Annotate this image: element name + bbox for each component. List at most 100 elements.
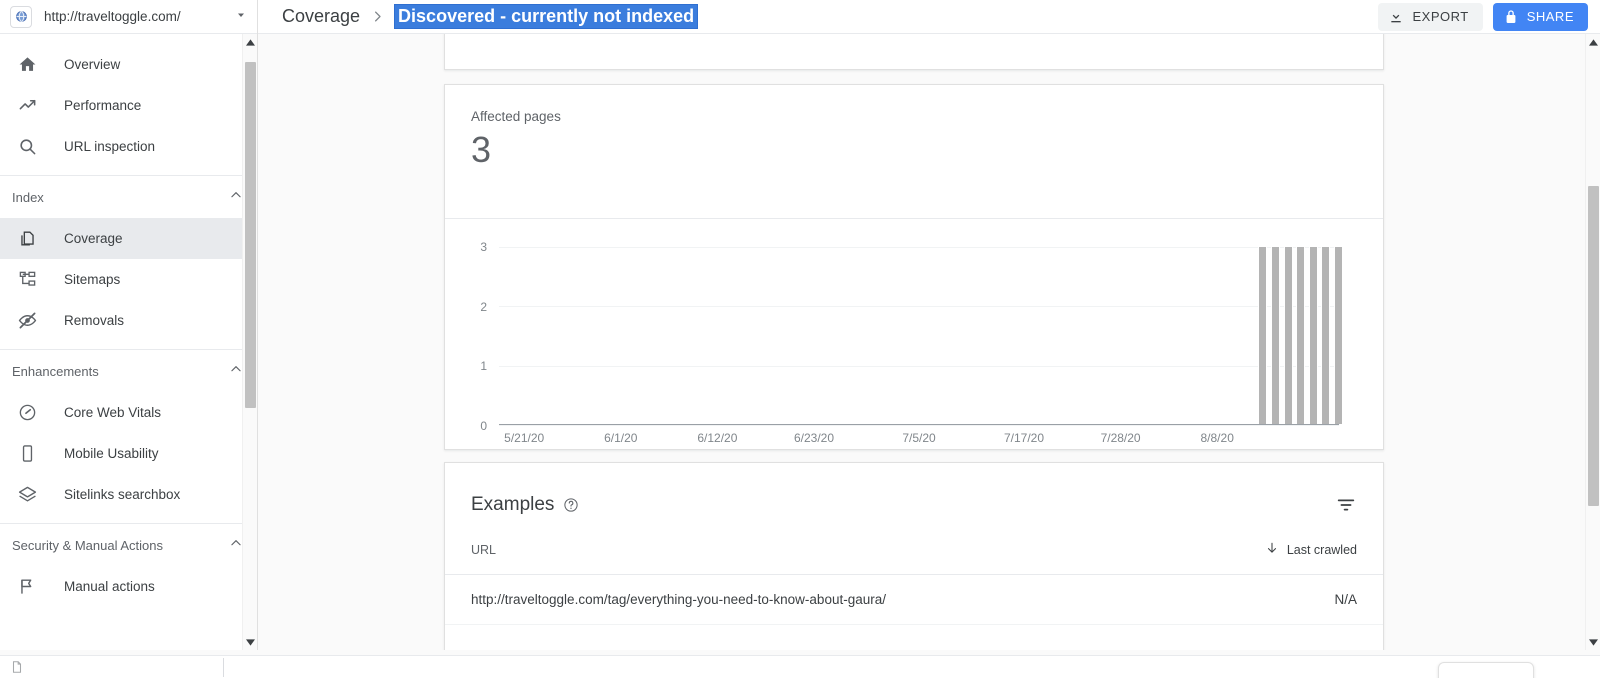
sidebar-section-label: Enhancements [12,363,99,379]
document-icon[interactable] [10,660,24,678]
download-icon [1388,9,1404,25]
sidebar-section-label: Index [12,189,44,205]
affected-pages-card: Affected pages 3 0 1 2 3 5/21/20 6/1/20 6/12/… [444,84,1384,450]
trending-up-icon [16,95,38,117]
search-icon [16,136,38,158]
chart-x-tick-label: 7/5/20 [902,431,936,445]
chevron-up-icon[interactable] [229,188,243,207]
export-button-label: EXPORT [1412,9,1469,24]
sidebar-item-mobile-usability[interactable]: Mobile Usability [0,433,257,474]
coverage-chart: 0 1 2 3 5/21/20 6/1/20 6/12/20 6/23/20 7/5/20 7/… [445,219,1383,450]
sidebar-item-label: URL inspection [64,139,156,154]
breadcrumb-parent[interactable]: Coverage [282,6,360,27]
chart-x-tick-label: 7/17/20 [1003,431,1045,445]
chart-x-tick-label: 6/1/20 [604,431,638,445]
sidebar-item-label: Overview [64,57,121,72]
chevron-right-icon [370,9,385,24]
sidebar-scrollbar-thumb[interactable] [245,62,256,408]
chart-plot-area: 0 1 2 3 [480,240,1343,433]
sidebar-item-performance[interactable]: Performance [0,85,257,126]
sitemap-icon [16,269,38,291]
sidebar-item-label: Sitelinks searchbox [64,487,181,502]
chart-x-tick-labels: 5/21/20 6/1/20 6/12/20 6/23/20 7/5/20 7/17/20… [499,431,1339,449]
sidebar-item-url-inspection[interactable]: URL inspection [0,126,257,167]
chevron-down-icon[interactable] [235,8,247,26]
chart-x-tick-label: 5/21/20 [504,431,545,445]
column-header-url[interactable]: URL [471,543,496,557]
table-cell-url[interactable]: http://traveltoggle.com/tag/everything-y… [471,592,886,607]
affected-pages-summary: Affected pages 3 [445,85,1383,219]
lock-icon [1503,9,1519,25]
chart-y-tick-label: 3 [480,240,487,254]
copy-pages-icon [16,228,38,250]
sidebar-section-label: Security & Manual Actions [12,537,164,553]
page-scrollbar-thumb[interactable] [1588,186,1599,506]
speedometer-icon [16,402,38,424]
page-header: Coverage Discovered - currently not inde… [258,0,1600,34]
sidebar-section-index[interactable]: Index [0,176,257,218]
sidebar-item-sitemaps[interactable]: Sitemaps [0,259,257,300]
table-row[interactable]: http://traveltoggle.com/tag/everything-y… [445,575,1383,625]
scroll-up-arrow-icon[interactable] [1586,34,1600,50]
chart-gridline: 0 [480,419,1339,433]
home-icon [16,54,38,76]
chart-bar[interactable] [1258,247,1268,424]
chart-bar[interactable] [1308,247,1318,424]
main-content: Affected pages 3 0 1 2 3 5/21/20 6/1/20 6/12/… [258,34,1585,650]
column-header-last-crawled-label: Last crawled [1286,542,1357,557]
export-button[interactable]: EXPORT [1378,2,1483,31]
sidebar-item-manual-actions[interactable]: Manual actions [0,566,257,607]
share-button[interactable]: SHARE [1492,2,1588,31]
sidebar-item-core-web-vitals[interactable]: Core Web Vitals [0,392,257,433]
sidebar-item-coverage[interactable]: Coverage [0,218,257,259]
chart-bar[interactable] [1283,247,1293,424]
share-button-label: SHARE [1526,9,1574,24]
sidebar-item-label: Removals [64,313,125,328]
taskbar-chip[interactable] [1438,662,1534,678]
chart-bar[interactable] [1296,247,1306,424]
search-console-app: http://traveltoggle.com/ Overview Perfor… [0,0,1600,678]
column-header-last-crawled[interactable]: Last crawled [1265,541,1357,558]
table-cell-last-crawled: N/A [1334,592,1357,607]
help-circle-icon[interactable] [563,497,579,513]
chart-y-tick-label: 2 [480,299,487,314]
affected-pages-label: Affected pages [471,109,561,124]
sidebar-section-enhancements[interactable]: Enhancements [0,350,257,392]
sidebar-item-label: Core Web Vitals [64,405,162,420]
sidebar-item-sitelinks-searchbox[interactable]: Sitelinks searchbox [0,474,257,515]
flag-icon [16,576,38,598]
chart-y-tick-label: 1 [480,359,487,374]
chart-x-tick-label: 6/12/20 [697,431,738,445]
taskbar-separator [223,658,224,677]
chart-bar[interactable] [1321,247,1331,424]
filter-icon[interactable] [1335,494,1357,516]
chevron-up-icon[interactable] [229,536,243,555]
sidebar-item-label: Mobile Usability [64,446,159,461]
sidebar-item-label: Coverage [64,231,123,246]
chart-x-tick-label: 6/23/20 [793,431,835,445]
eye-off-icon [16,310,38,332]
chevron-up-icon[interactable] [229,362,243,381]
sidebar: http://traveltoggle.com/ Overview Perfor… [0,0,258,678]
property-url: http://traveltoggle.com/ [44,9,181,24]
chart-x-axis-line [499,424,1339,425]
examples-card: Examples URL Last crawled http://travelt… [444,462,1384,650]
layers-icon [16,484,38,506]
arrow-down-icon [1265,541,1279,558]
sidebar-item-label: Manual actions [64,579,155,594]
sidebar-item-overview[interactable]: Overview [0,44,257,85]
chart-bar[interactable] [1270,247,1280,424]
page-scrollbar[interactable] [1585,34,1600,650]
breadcrumb-current[interactable]: Discovered - currently not indexed [394,4,699,29]
scroll-down-arrow-icon[interactable] [1586,634,1600,650]
scroll-up-arrow-icon[interactable] [243,34,257,50]
scroll-down-arrow-icon[interactable] [243,634,257,650]
sidebar-item-removals[interactable]: Removals [0,300,257,341]
sidebar-item-label: Performance [64,98,142,113]
property-picker[interactable]: http://traveltoggle.com/ [0,0,257,34]
affected-pages-value: 3 [471,129,492,170]
chart-bar[interactable] [1333,247,1343,424]
examples-header: Examples [445,463,1383,525]
sidebar-section-security[interactable]: Security & Manual Actions [0,524,257,566]
sidebar-scrollbar[interactable] [242,34,257,650]
